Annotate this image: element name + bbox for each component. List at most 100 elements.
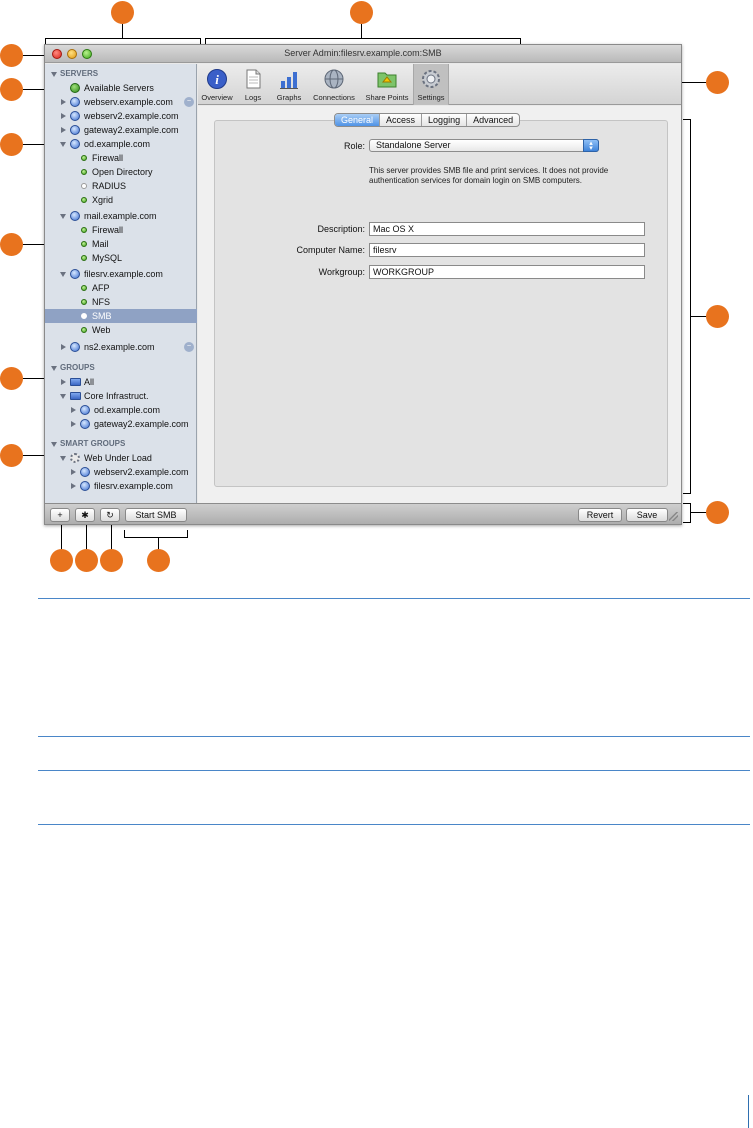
computer-name-field[interactable] — [369, 243, 645, 257]
toolbar-connections-button[interactable]: Connections — [310, 64, 358, 105]
title-bar[interactable]: Server Admin:filesrv.example.com:SMB — [45, 45, 681, 63]
smart-groups-section-header[interactable]: SMART GROUPS — [45, 437, 197, 451]
disclosure-down-icon[interactable] — [51, 366, 57, 371]
disclosure-right-icon[interactable] — [71, 469, 76, 475]
callout-available-servers — [0, 78, 23, 101]
callout-save — [706, 501, 729, 524]
disclosure-down-icon[interactable] — [60, 456, 66, 461]
info-icon: i — [207, 69, 227, 89]
status-stopped-icon — [81, 183, 87, 189]
window-title: Server Admin:filesrv.example.com:SMB — [284, 48, 442, 58]
toolbar-share-points-button[interactable]: Share Points — [362, 64, 412, 105]
callout-server — [0, 133, 23, 156]
action-gear-button[interactable]: ✱ — [75, 508, 95, 522]
resize-grip-icon[interactable] — [669, 512, 678, 521]
disclosure-down-icon[interactable] — [60, 394, 66, 399]
sidebar-item-service[interactable]: AFP — [45, 281, 197, 295]
workgroup-field[interactable] — [369, 265, 645, 279]
tab-access[interactable]: Access — [380, 114, 423, 126]
disclosure-right-icon[interactable] — [61, 99, 66, 105]
sidebar-item-service[interactable]: Open Directory — [45, 165, 197, 179]
sidebar-item-server[interactable]: filesrv.example.com — [45, 267, 197, 281]
sidebar-item-service[interactable]: Xgrid — [45, 193, 197, 207]
server-icon — [70, 97, 80, 107]
sidebar-item-service[interactable]: Web — [45, 323, 197, 337]
server-icon — [70, 125, 80, 135]
activity-icon: ~ — [184, 342, 194, 352]
group-icon — [70, 378, 81, 386]
disclosure-right-icon[interactable] — [71, 483, 76, 489]
disclosure-right-icon[interactable] — [61, 113, 66, 119]
server-icon — [70, 211, 80, 221]
sidebar-item-group-member[interactable]: gateway2.example.com — [45, 417, 197, 431]
disclosure-right-icon[interactable] — [71, 421, 76, 427]
disclosure-down-icon[interactable] — [60, 214, 66, 219]
role-popup-value: Standalone Server — [376, 140, 451, 150]
toolbar-graphs-button[interactable]: Graphs — [272, 64, 306, 105]
disclosure-right-icon[interactable] — [71, 407, 76, 413]
sidebar-item-group-member[interactable]: od.example.com — [45, 403, 197, 417]
gear-icon — [422, 70, 440, 88]
sidebar-item-smart-group-member[interactable]: filesrv.example.com — [45, 479, 197, 493]
callout-services — [0, 233, 23, 256]
disclosure-right-icon[interactable] — [61, 344, 66, 350]
description-field[interactable] — [369, 222, 645, 236]
sidebar-item-server[interactable]: gateway2.example.com — [45, 123, 197, 137]
add-button[interactable]: + — [50, 508, 70, 522]
leader-start — [158, 538, 159, 549]
sidebar-item-service[interactable]: RADIUS — [45, 179, 197, 193]
start-service-button[interactable]: Start SMB — [125, 508, 187, 522]
sidebar-item-service[interactable]: Firewall — [45, 151, 197, 165]
sidebar-item-server[interactable]: od.example.com — [45, 137, 197, 151]
sidebar-item-smart-group-member[interactable]: webserv2.example.com — [45, 465, 197, 479]
leader-groups — [23, 378, 45, 379]
settings-pane: General Access Logging Advanced Role: St… — [198, 106, 681, 503]
status-running-icon — [81, 227, 87, 233]
sidebar-item-group[interactable]: Core Infrastruct. — [45, 389, 197, 403]
disclosure-down-icon[interactable] — [51, 442, 57, 447]
disclosure-down-icon[interactable] — [51, 72, 57, 77]
sidebar-item-service[interactable]: Firewall — [45, 223, 197, 237]
servers-section-header[interactable]: SERVERS — [45, 67, 197, 81]
save-button[interactable]: Save — [626, 508, 668, 522]
role-popup[interactable]: Standalone Server ▴ ▾ — [369, 139, 599, 152]
callout-toolbar-right — [706, 71, 729, 94]
server-icon — [70, 269, 80, 279]
divider-rule — [38, 770, 750, 771]
sidebar-item-group[interactable]: All — [45, 375, 197, 389]
leader-smart-groups — [23, 455, 45, 456]
sidebar-item-server[interactable]: webserv.example.com ~ — [45, 95, 197, 109]
sidebar-item-service[interactable]: MySQL — [45, 251, 197, 265]
disclosure-right-icon[interactable] — [61, 379, 66, 385]
computer-name-label: Computer Name: — [296, 245, 365, 255]
leader-top-right — [361, 24, 362, 38]
leader-add — [61, 525, 62, 549]
tab-logging[interactable]: Logging — [422, 114, 468, 126]
disclosure-down-icon[interactable] — [60, 272, 66, 277]
sidebar-item-smart-group[interactable]: Web Under Load — [45, 451, 197, 465]
toolbar-logs-button[interactable]: Logs — [238, 64, 268, 105]
sidebar-item-server[interactable]: webserv2.example.com — [45, 109, 197, 123]
disclosure-down-icon[interactable] — [60, 142, 66, 147]
toolbar-overview-button[interactable]: i Overview — [200, 64, 234, 105]
callout-refresh — [100, 549, 123, 572]
sidebar-item-server[interactable]: ns2.example.com ~ — [45, 340, 197, 354]
sidebar-item-available-servers[interactable]: Available Servers — [45, 81, 197, 95]
toolbar-settings-button[interactable]: Settings — [413, 64, 449, 105]
revert-button[interactable]: Revert — [578, 508, 622, 522]
bottom-bar: + ✱ ↻ Start SMB Revert Save — [45, 503, 681, 524]
tab-advanced[interactable]: Advanced — [467, 114, 519, 126]
sidebar-item-service[interactable]: Mail — [45, 237, 197, 251]
general-settings-box: Role: Standalone Server ▴ ▾ This server p… — [214, 120, 668, 487]
sidebar-item-server[interactable]: mail.example.com — [45, 209, 197, 223]
refresh-button[interactable]: ↻ — [100, 508, 120, 522]
groups-section-header[interactable]: GROUPS — [45, 361, 197, 375]
description-label: Description: — [317, 224, 365, 234]
disclosure-right-icon[interactable] — [61, 127, 66, 133]
tab-general[interactable]: General — [335, 114, 381, 126]
leader-services — [23, 244, 45, 245]
sidebar: SERVERS Available Servers webserv.exampl… — [45, 64, 197, 503]
sidebar-item-service[interactable]: NFS — [45, 295, 197, 309]
callout-title-area — [350, 1, 373, 24]
sidebar-item-service-selected[interactable]: SMB — [45, 309, 197, 323]
